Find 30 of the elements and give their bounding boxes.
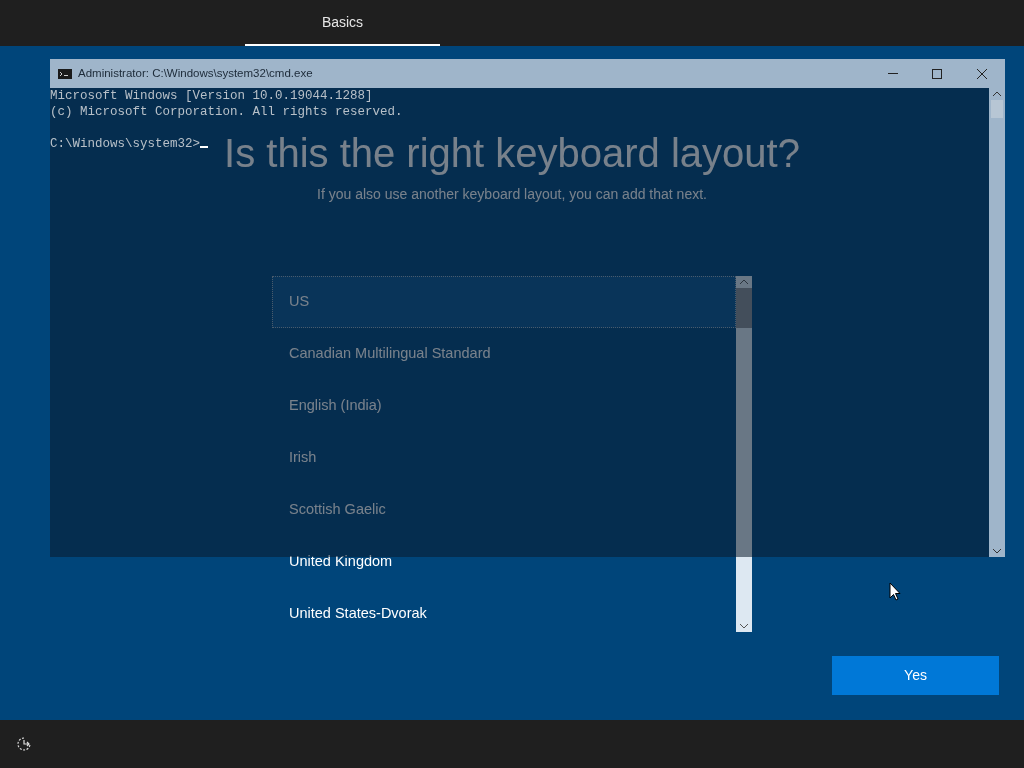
layout-option[interactable]: United States-Dvorak [272,588,736,632]
scrollbar[interactable] [736,276,752,632]
scrollbar-thumb[interactable] [991,100,1003,118]
scroll-down-icon[interactable] [740,624,748,628]
scroll-down-icon[interactable] [993,549,1001,553]
scrollbar-thumb[interactable] [736,288,752,328]
accessibility-icon[interactable] [16,736,32,752]
layout-option[interactable]: Scottish Gaelic [272,484,736,536]
layout-option[interactable]: Canadian Multilingual Standard [272,328,736,380]
close-icon [977,68,987,79]
layout-option[interactable]: US [272,276,736,328]
minimize-icon [888,73,898,74]
console-icon [58,68,72,79]
layout-option[interactable]: English (India) [272,380,736,432]
console-line: Microsoft Windows [Version 10.0.19044.1288] [50,88,374,104]
scroll-up-icon[interactable] [993,92,1001,96]
console-line: (c) Microsoft Corporation. All rights reserved. [50,104,404,120]
console-prompt: C:\Windows\system32> [50,136,201,152]
text-cursor [200,146,209,148]
layout-option[interactable]: Irish [272,432,736,484]
tab[interactable]: Basics [245,0,440,46]
page-subtitle: If you also use another keyboard layout, you can add that next. [317,185,707,204]
scroll-up-icon[interactable] [740,280,748,284]
page-title: Is this the right keyboard layout? [224,130,800,177]
console-scrollbar[interactable] [989,88,1005,557]
layout-option[interactable]: United Kingdom [272,536,736,588]
yes-button[interactable]: Yes [832,656,999,695]
mouse-pointer-icon [889,582,901,601]
window-title: Administrator: C:\Windows\system32\cmd.exe [78,65,313,81]
maximize-icon [932,68,942,79]
